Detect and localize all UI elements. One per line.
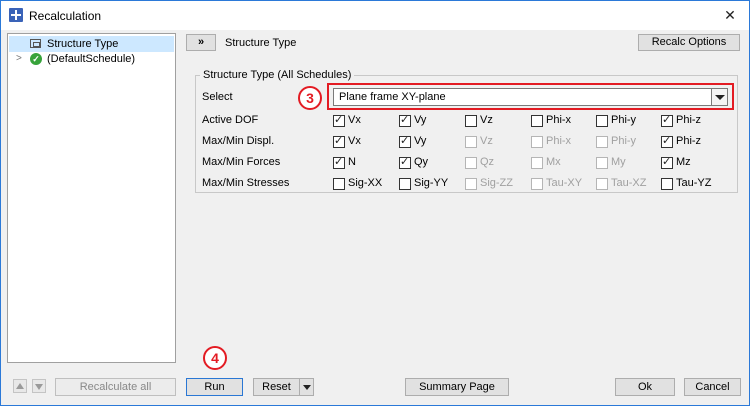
highlight-rectangle — [327, 83, 734, 110]
checkbox[interactable] — [661, 134, 673, 148]
checkbox — [465, 136, 477, 148]
checkbox[interactable] — [661, 113, 673, 127]
checkbox-label: Phi-z — [676, 114, 702, 126]
tree-item-structure-type[interactable]: Structure Type — [9, 36, 174, 52]
checkbox-label: Vx — [348, 114, 361, 126]
checkbox-label: Tau-YZ — [676, 177, 712, 189]
checkbox[interactable] — [531, 115, 543, 127]
structure-icon — [30, 39, 41, 48]
schedule-tree[interactable]: Structure Type > ✓ (DefaultSchedule) — [7, 33, 176, 363]
checkbox-label: Vy — [414, 114, 427, 126]
row-label: Max/Min Forces — [202, 156, 281, 168]
checkbox[interactable] — [399, 134, 411, 148]
checkbox-label: Sig-ZZ — [480, 177, 513, 189]
chevron-right-icon[interactable]: > — [16, 51, 22, 67]
checkbox-label: Qz — [480, 156, 495, 168]
checkbox-label: N — [348, 156, 356, 168]
checkbox — [531, 178, 543, 190]
summary-page-button[interactable]: Summary Page — [405, 378, 509, 396]
step-marker-4: 4 — [203, 346, 227, 370]
checkbox-label: Phi-x — [546, 114, 572, 126]
tree-item-default-schedule[interactable]: > ✓ (DefaultSchedule) — [9, 51, 174, 67]
checkbox-label: Vx — [348, 135, 361, 147]
recalc-options-button[interactable]: Recalc Options — [638, 34, 740, 51]
checkbox[interactable] — [596, 115, 608, 127]
app-icon — [9, 8, 23, 22]
checkbox[interactable] — [465, 115, 477, 127]
checkbox — [465, 157, 477, 169]
checkbox-label: Vz — [480, 135, 493, 147]
recalculate-all-button[interactable]: Recalculate all — [55, 378, 176, 396]
reset-button[interactable]: Reset — [253, 378, 300, 396]
check-circle-icon: ✓ — [30, 53, 42, 65]
move-up-icon — [13, 379, 27, 393]
checkbox[interactable] — [333, 155, 345, 169]
group-legend: Structure Type (All Schedules) — [200, 69, 355, 81]
checkbox-label: Sig-XX — [348, 177, 383, 189]
checkbox-label: Phi-y — [611, 114, 637, 126]
row-label: Max/Min Displ. — [202, 135, 275, 147]
checkbox[interactable] — [399, 155, 411, 169]
page-title: Structure Type — [225, 37, 297, 49]
checkbox[interactable] — [399, 178, 411, 190]
checkbox[interactable] — [333, 113, 345, 127]
checkbox[interactable] — [399, 113, 411, 127]
checkbox — [596, 157, 608, 169]
checkbox-label: Mz — [676, 156, 691, 168]
row-label: Max/Min Stresses — [202, 177, 290, 189]
checkbox — [596, 178, 608, 190]
step-marker-3: 3 — [298, 86, 322, 110]
checkbox-label: Mx — [546, 156, 561, 168]
move-down-icon — [32, 379, 46, 393]
select-label: Select — [202, 91, 233, 103]
expand-button[interactable]: » — [186, 34, 216, 51]
checkbox-label: Vy — [414, 135, 427, 147]
ok-button[interactable]: Ok — [615, 378, 675, 396]
checkbox[interactable] — [661, 178, 673, 190]
tree-item-label: Structure Type — [47, 38, 119, 50]
checkbox-label: Vz — [480, 114, 493, 126]
checkbox[interactable] — [333, 134, 345, 148]
checkbox-label: My — [611, 156, 626, 168]
checkbox-label: Qy — [414, 156, 429, 168]
checkbox — [465, 178, 477, 190]
checkbox — [596, 136, 608, 148]
window-title: Recalculation — [29, 9, 102, 23]
checkbox-label: Sig-YY — [414, 177, 449, 189]
run-button[interactable]: Run — [186, 378, 243, 396]
tree-item-label: (DefaultSchedule) — [47, 53, 136, 65]
row-label: Active DOF — [202, 114, 259, 126]
checkbox[interactable] — [333, 178, 345, 190]
checkbox-label: Tau-XY — [546, 177, 583, 189]
checkbox-label: Tau-XZ — [611, 177, 647, 189]
close-icon[interactable]: ✕ — [719, 6, 741, 24]
checkbox-label: Phi-y — [611, 135, 637, 147]
checkbox[interactable] — [661, 155, 673, 169]
cancel-button[interactable]: Cancel — [684, 378, 741, 396]
checkbox — [531, 136, 543, 148]
reset-dropdown-icon[interactable] — [299, 378, 314, 396]
checkbox-label: Phi-x — [546, 135, 572, 147]
checkbox-label: Phi-z — [676, 135, 702, 147]
checkbox — [531, 157, 543, 169]
title-bar: Recalculation ✕ — [1, 1, 749, 30]
